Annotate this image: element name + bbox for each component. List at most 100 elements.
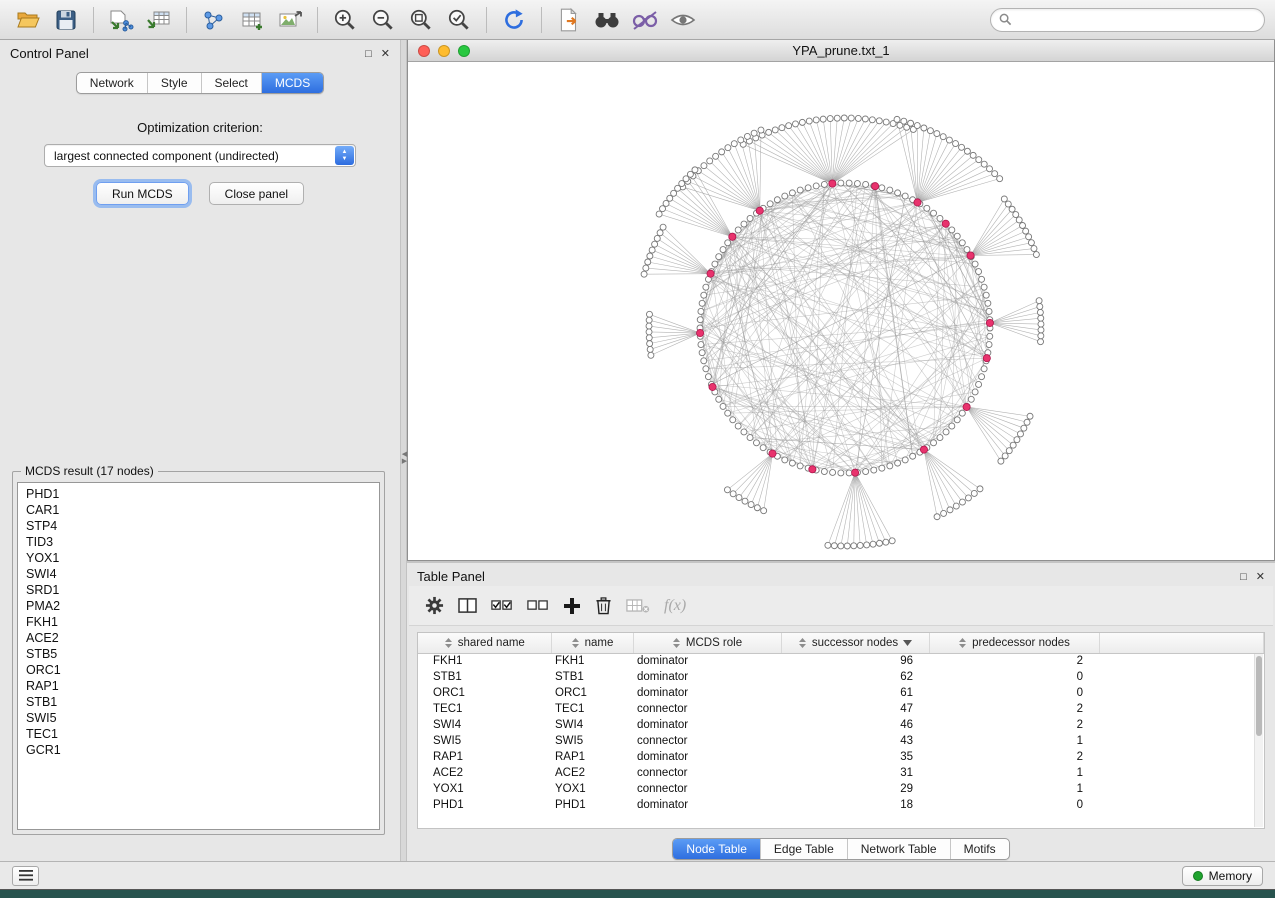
network-window-titlebar[interactable]: YPA_prune.txt_1: [408, 40, 1274, 62]
zoom-in-button[interactable]: [327, 5, 363, 35]
close-panel-button[interactable]: Close panel: [209, 182, 304, 205]
cell-mcds-role[interactable]: dominator: [633, 653, 781, 669]
cell-successor-nodes[interactable]: 61: [781, 685, 929, 701]
table-row[interactable]: ACE2ACE2connector311: [418, 765, 1264, 781]
import-network-button[interactable]: [103, 5, 139, 35]
deselect-all-button[interactable]: [527, 597, 549, 614]
function-builder-button[interactable]: f(x): [664, 597, 686, 615]
hide-button[interactable]: [627, 5, 663, 35]
delete-table-button[interactable]: [626, 597, 650, 614]
mcds-result-item[interactable]: STB1: [18, 694, 379, 710]
tab-node-table[interactable]: Node Table: [673, 839, 760, 859]
cell-shared-name[interactable]: ORC1: [418, 685, 551, 701]
cell-predecessor-nodes[interactable]: 2: [929, 653, 1099, 669]
mcds-result-item[interactable]: CAR1: [18, 502, 379, 518]
cell-shared-name[interactable]: ACE2: [418, 765, 551, 781]
cell-mcds-role[interactable]: connector: [633, 765, 781, 781]
column-header-name[interactable]: name: [551, 633, 633, 653]
column-header-successor-nodes[interactable]: successor nodes: [781, 633, 929, 653]
cell-predecessor-nodes[interactable]: 0: [929, 685, 1099, 701]
zoom-fit-button[interactable]: [403, 5, 439, 35]
mcds-result-item[interactable]: SWI5: [18, 710, 379, 726]
cell-predecessor-nodes[interactable]: 1: [929, 765, 1099, 781]
export-network-button[interactable]: [551, 5, 587, 35]
delete-column-button[interactable]: [595, 596, 612, 615]
import-table-button[interactable]: [141, 5, 177, 35]
table-scrollbar-thumb[interactable]: [1256, 656, 1262, 736]
search-input[interactable]: [1017, 13, 1256, 27]
new-table-button[interactable]: [234, 5, 270, 35]
mcds-result-item[interactable]: SRD1: [18, 582, 379, 598]
search-box[interactable]: [990, 8, 1265, 32]
cell-mcds-role[interactable]: connector: [633, 781, 781, 797]
cell-successor-nodes[interactable]: 43: [781, 733, 929, 749]
status-menu-button[interactable]: [12, 866, 39, 886]
mcds-result-item[interactable]: FKH1: [18, 614, 379, 630]
cell-successor-nodes[interactable]: 18: [781, 797, 929, 813]
mcds-result-item[interactable]: SWI4: [18, 566, 379, 582]
open-file-button[interactable]: [10, 5, 46, 35]
splitter-handle-icon[interactable]: ◀▶: [401, 451, 408, 465]
table-row[interactable]: TEC1TEC1connector472: [418, 701, 1264, 717]
cell-name[interactable]: TEC1: [551, 701, 633, 717]
table-settings-button[interactable]: [425, 596, 444, 615]
cell-mcds-role[interactable]: dominator: [633, 797, 781, 813]
mcds-result-item[interactable]: PMA2: [18, 598, 379, 614]
cell-predecessor-nodes[interactable]: 0: [929, 669, 1099, 685]
column-header-mcds-role[interactable]: MCDS role: [633, 633, 781, 653]
memory-button[interactable]: Memory: [1182, 866, 1263, 886]
network-canvas[interactable]: [408, 62, 1274, 560]
export-image-button[interactable]: [272, 5, 308, 35]
mcds-result-item[interactable]: ORC1: [18, 662, 379, 678]
minimize-window-icon[interactable]: [438, 45, 450, 57]
cell-predecessor-nodes[interactable]: 1: [929, 781, 1099, 797]
cell-name[interactable]: FKH1: [551, 653, 633, 669]
float-panel-icon[interactable]: □: [1240, 571, 1247, 583]
mcds-result-item[interactable]: TID3: [18, 534, 379, 550]
show-columns-button[interactable]: [458, 597, 477, 614]
add-column-button[interactable]: [563, 597, 581, 615]
tab-edge-table[interactable]: Edge Table: [760, 839, 847, 859]
refresh-button[interactable]: [496, 5, 532, 35]
select-all-button[interactable]: [491, 597, 513, 614]
tab-network-table[interactable]: Network Table: [847, 839, 950, 859]
mcds-result-item[interactable]: TEC1: [18, 726, 379, 742]
mcds-result-item[interactable]: RAP1: [18, 678, 379, 694]
cell-shared-name[interactable]: TEC1: [418, 701, 551, 717]
table-row[interactable]: SWI5SWI5connector431: [418, 733, 1264, 749]
cell-successor-nodes[interactable]: 96: [781, 653, 929, 669]
float-panel-icon[interactable]: □: [365, 48, 372, 60]
cell-shared-name[interactable]: STB1: [418, 669, 551, 685]
cell-shared-name[interactable]: FKH1: [418, 653, 551, 669]
maximize-window-icon[interactable]: [458, 45, 470, 57]
run-mcds-button[interactable]: Run MCDS: [96, 182, 189, 205]
cell-shared-name[interactable]: PHD1: [418, 797, 551, 813]
network-graph[interactable]: [408, 62, 1274, 559]
cell-predecessor-nodes[interactable]: 0: [929, 797, 1099, 813]
cell-predecessor-nodes[interactable]: 1: [929, 733, 1099, 749]
tab-mcds[interactable]: MCDS: [261, 73, 323, 93]
cell-mcds-role[interactable]: connector: [633, 701, 781, 717]
table-row[interactable]: SWI4SWI4dominator462: [418, 717, 1264, 733]
node-table[interactable]: shared namenameMCDS rolesuccessor nodesp…: [417, 632, 1265, 829]
table-scrollbar[interactable]: [1254, 654, 1263, 827]
cell-predecessor-nodes[interactable]: 2: [929, 749, 1099, 765]
zoom-selected-button[interactable]: [441, 5, 477, 35]
cell-mcds-role[interactable]: dominator: [633, 749, 781, 765]
tab-style[interactable]: Style: [147, 73, 201, 93]
mcds-result-item[interactable]: GCR1: [18, 742, 379, 758]
vertical-splitter[interactable]: ◀▶: [400, 40, 407, 861]
cell-shared-name[interactable]: SWI5: [418, 733, 551, 749]
mcds-result-item[interactable]: PHD1: [18, 486, 379, 502]
table-row[interactable]: RAP1RAP1dominator352: [418, 749, 1264, 765]
cell-mcds-role[interactable]: dominator: [633, 669, 781, 685]
cell-shared-name[interactable]: YOX1: [418, 781, 551, 797]
cell-name[interactable]: ORC1: [551, 685, 633, 701]
cell-successor-nodes[interactable]: 46: [781, 717, 929, 733]
cell-successor-nodes[interactable]: 29: [781, 781, 929, 797]
cell-name[interactable]: YOX1: [551, 781, 633, 797]
cell-name[interactable]: SWI5: [551, 733, 633, 749]
close-window-icon[interactable]: [418, 45, 430, 57]
cell-successor-nodes[interactable]: 47: [781, 701, 929, 717]
cell-name[interactable]: SWI4: [551, 717, 633, 733]
